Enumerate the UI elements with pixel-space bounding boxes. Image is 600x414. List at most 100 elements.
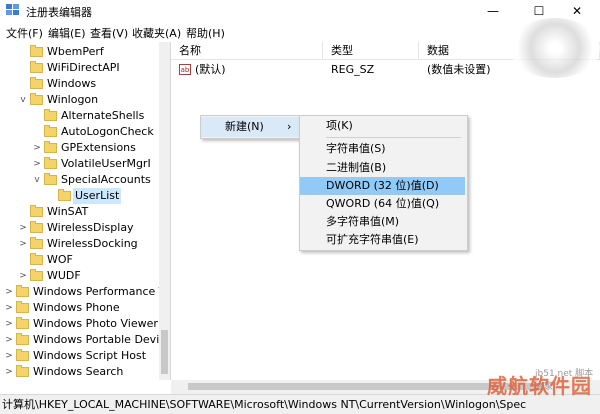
tree-item-label: WUDF [47, 269, 81, 282]
tree-item[interactable]: > Windows Phone [0, 300, 170, 316]
submenu-item-label: 多字符串值(M) [326, 215, 400, 228]
tree-item[interactable]: AutoLogonCheck [0, 124, 170, 140]
tree-item[interactable]: > Windows Performance Toc [0, 284, 170, 300]
tree-item[interactable]: v Winlogon [0, 92, 170, 108]
submenu-item[interactable]: 项(K) [300, 117, 465, 135]
context-menu: 新建(N) › [200, 115, 300, 139]
tree-item-label: UserList [73, 188, 122, 204]
tree-scroll-thumb[interactable] [161, 330, 168, 374]
tree-item[interactable]: Windows [0, 76, 170, 92]
folder-icon [16, 285, 29, 297]
value-type: REG_SZ [331, 63, 375, 76]
submenu-item[interactable]: 字符串值(S) [300, 140, 465, 158]
tree-item-label: Windows [47, 77, 97, 90]
value-data: (数值未设置) [427, 63, 491, 76]
submenu-item-label: 项(K) [326, 119, 353, 132]
menu-help[interactable]: 帮助(H) [186, 25, 225, 41]
menu-view[interactable]: 查看(V) [90, 25, 128, 41]
folder-icon [58, 189, 71, 201]
column-header-name[interactable]: 名称 [171, 42, 323, 60]
chevron-right-icon[interactable]: > [4, 284, 14, 300]
registry-tree[interactable]: WbemPerf WiFiDirectAPI Windows v Winlogon Alt… [0, 42, 171, 380]
chevron-right-icon[interactable]: > [4, 348, 14, 364]
menu-edit[interactable]: 编辑(E) [48, 25, 86, 41]
tree-item-label: WirelessDisplay [47, 221, 134, 234]
menu-favorites[interactable]: 收藏夹(A) [132, 25, 181, 41]
tree-item[interactable]: v SpecialAccounts [0, 172, 170, 188]
submenu-item[interactable]: DWORD (32 位)值(D) [300, 177, 465, 195]
chevron-right-icon[interactable]: > [18, 268, 28, 284]
tree-item-label: SpecialAccounts [61, 173, 151, 186]
chevron-right-icon[interactable]: > [4, 364, 14, 380]
chevron-right-icon[interactable]: > [18, 220, 28, 236]
tree-item[interactable]: > Windows Script Host [0, 348, 170, 364]
tree-item-label: Windows Performance Toc [33, 285, 171, 298]
folder-icon [30, 45, 43, 57]
submenu-item[interactable]: 可扩充字符串值(E) [300, 231, 465, 249]
tree-item-label: Windows Script Host [33, 349, 147, 362]
submenu-item[interactable]: 多字符串值(M) [300, 213, 465, 231]
tree-item[interactable]: > WirelessDisplay [0, 220, 170, 236]
submenu-item[interactable]: QWORD (64 位)值(Q) [300, 195, 465, 213]
tree-item[interactable]: > VolatileUserMgrI [0, 156, 170, 172]
watermark: 威航软件园 [487, 374, 592, 398]
tree-item-label: Windows Photo Viewer [33, 317, 158, 330]
tree-item-label: Windows Portable Devices [33, 333, 171, 346]
chevron-down-icon[interactable]: v [18, 92, 28, 108]
chevron-right-icon[interactable]: > [4, 316, 14, 332]
tree-item-label: VolatileUserMgrI [61, 157, 151, 170]
decorative-logo [510, 18, 600, 78]
chevron-right-icon[interactable]: > [4, 300, 14, 316]
tree-item[interactable]: WinSAT [0, 204, 170, 220]
folder-icon [16, 301, 29, 313]
menu-file[interactable]: 文件(F) [6, 25, 43, 41]
folder-icon [30, 253, 43, 265]
tree-item-label: AlternateShells [61, 109, 145, 122]
menu-separator [326, 137, 461, 138]
tree-item[interactable]: WOF [0, 252, 170, 268]
submenu-item[interactable]: 二进制值(B) [300, 159, 465, 177]
tree-item[interactable]: > WUDF [0, 268, 170, 284]
tree-item-label: WOF [47, 253, 73, 266]
tree-item[interactable]: > Windows Photo Viewer [0, 316, 170, 332]
registry-editor-icon [6, 4, 19, 15]
tree-item-label: GPExtensions [61, 141, 136, 154]
tree-item[interactable]: UserList [0, 188, 170, 204]
submenu-item-label: 字符串值(S) [326, 142, 386, 155]
column-header-type[interactable]: 类型 [323, 42, 419, 60]
folder-icon [16, 333, 29, 345]
chevron-down-icon[interactable]: v [32, 172, 42, 188]
minimize-button[interactable]: — [470, 0, 516, 22]
tree-item[interactable]: > WirelessDocking [0, 236, 170, 252]
tree-item-label: WirelessDocking [47, 237, 138, 250]
new-submenu: 项(K) 字符串值(S) 二进制值(B) DWORD (32 位)值(D) QWORD … [299, 115, 468, 251]
chevron-right-icon[interactable]: > [4, 332, 14, 348]
tree-item[interactable]: > Windows Portable Devices [0, 332, 170, 348]
tree-item[interactable]: AlternateShells [0, 108, 170, 124]
submenu-item-label: 可扩充字符串值(E) [326, 233, 419, 246]
submenu-item-label: QWORD (64 位)值(Q) [326, 197, 440, 210]
tree-item-label: WbemPerf [47, 45, 104, 58]
context-menu-new[interactable]: 新建(N) › [201, 117, 299, 137]
tree-item[interactable]: WiFiDirectAPI [0, 60, 170, 76]
submenu-arrow-icon: › [287, 120, 292, 133]
tree-item-label: Windows Phone [33, 301, 120, 314]
submenu-item-label: DWORD (32 位)值(D) [326, 179, 439, 192]
tree-item[interactable]: > Windows Search [0, 364, 170, 380]
chevron-right-icon[interactable]: > [32, 156, 42, 172]
folder-icon [30, 61, 43, 73]
chevron-right-icon[interactable]: > [32, 140, 42, 156]
menu-bar: 文件(F) 编辑(E) 查看(V) 收藏夹(A) 帮助(H) [0, 22, 600, 43]
string-value-icon: ab [179, 64, 191, 75]
folder-icon [30, 77, 43, 89]
tree-item[interactable]: > GPExtensions [0, 140, 170, 156]
status-path: 计算机\HKEY_LOCAL_MACHINE\SOFTWARE\Microsof… [2, 398, 527, 411]
tree-item-label: Windows Search [33, 365, 124, 378]
folder-icon [44, 157, 57, 169]
chevron-right-icon[interactable]: > [18, 236, 28, 252]
tree-item[interactable]: WbemPerf [0, 44, 170, 60]
folder-icon [16, 349, 29, 361]
folder-icon [16, 365, 29, 377]
title-bar: 注册表编辑器 — ☐ ✕ [0, 0, 600, 22]
tree-item-label: WiFiDirectAPI [47, 61, 120, 74]
